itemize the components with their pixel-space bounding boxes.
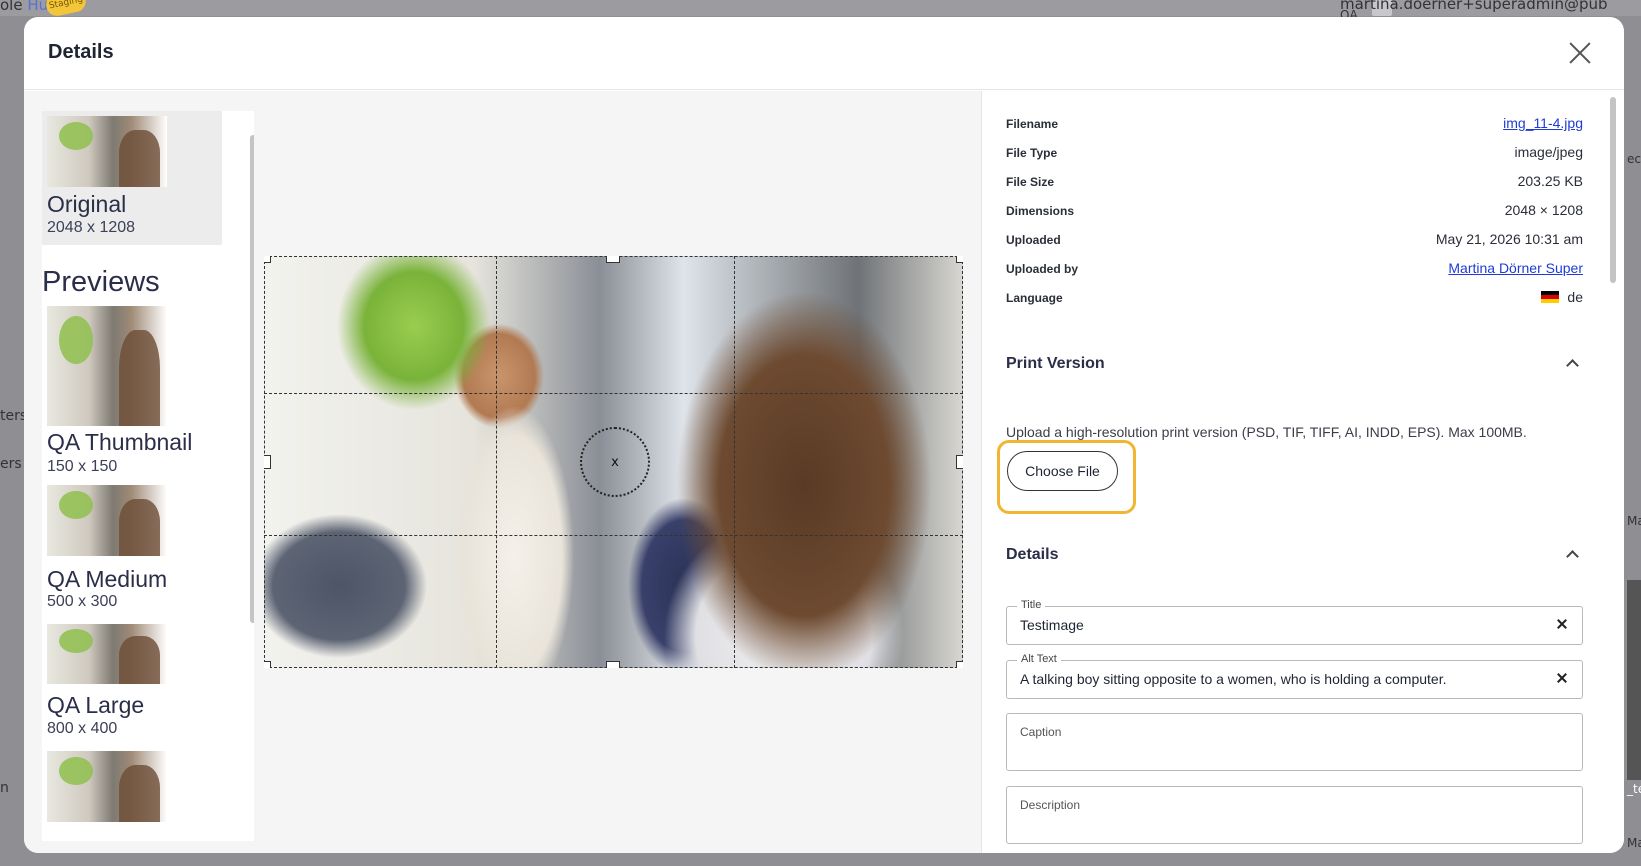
previews-heading: Previews (42, 266, 160, 298)
info-label: Uploaded (1006, 233, 1061, 247)
background-text: Ma (1627, 514, 1641, 528)
clear-icon[interactable] (1554, 670, 1570, 686)
preview-item-qa-large[interactable]: QA Large 800 x 400 (42, 624, 222, 744)
crop-handle[interactable] (956, 661, 963, 668)
crop-area[interactable]: x (264, 256, 963, 668)
caption-field[interactable]: Caption (1006, 713, 1583, 771)
modal-header: Details (24, 17, 1624, 90)
background-text: Ma (1627, 836, 1641, 850)
focal-point-marker[interactable]: x (580, 427, 650, 497)
field-label: Caption (1020, 725, 1062, 739)
preview-dimensions: 2048 x 1208 (47, 219, 136, 236)
info-value: 2048 × 1208 (1504, 202, 1583, 218)
close-icon[interactable] (1568, 41, 1592, 65)
details-modal: Details Original 2048 x 1208 Previews QA… (24, 17, 1624, 853)
image-editor-area: Original 2048 x 1208 Previews QA Thumbna… (24, 91, 981, 853)
info-row-uploaded: Uploaded May 21, 2026 10:31 am (1006, 231, 1583, 251)
description-field[interactable]: Description (1006, 786, 1583, 844)
language-code: de (1567, 289, 1583, 305)
preview-thumbnail (47, 116, 167, 187)
info-row-filename: Filename img_11-4.jpg (1006, 115, 1583, 135)
field-value: A talking boy sitting opposite to a wome… (1020, 671, 1447, 687)
info-row-filesize: File Size 203.25 KB (1006, 173, 1583, 193)
info-label: File Size (1006, 175, 1055, 189)
section-title: Details (1006, 546, 1059, 563)
clear-icon[interactable] (1554, 616, 1570, 632)
preview-thumbnail (47, 751, 167, 822)
preview-item-original[interactable]: Original 2048 x 1208 (42, 111, 222, 245)
details-section-header[interactable]: Details (1006, 546, 1583, 570)
field-label: Title (1017, 599, 1046, 611)
preview-list[interactable]: Original 2048 x 1208 Previews QA Thumbna… (42, 111, 254, 841)
info-value: May 21, 2026 10:31 am (1435, 231, 1583, 247)
section-title: Print Version (1006, 355, 1105, 372)
info-label: Filename (1006, 117, 1059, 131)
field-label: Description (1020, 798, 1081, 812)
german-flag-icon (1541, 291, 1560, 303)
info-row-filetype: File Type image/jpeg (1006, 144, 1583, 164)
info-row-dimensions: Dimensions 2048 × 1208 (1006, 202, 1583, 222)
info-label: Dimensions (1006, 204, 1075, 218)
chevron-up-icon[interactable] (1566, 550, 1579, 563)
user-email: martina.doerner+superadmin@pub (1340, 0, 1608, 13)
modal-body: Original 2048 x 1208 Previews QA Thumbna… (24, 91, 1624, 853)
preview-scrollbar[interactable] (250, 135, 254, 623)
crop-handle[interactable] (264, 455, 271, 469)
uploader-link[interactable]: Martina Dörner Super (1448, 260, 1583, 276)
crop-handle[interactable] (264, 661, 271, 668)
chevron-up-icon[interactable] (1566, 359, 1579, 372)
background-image (1627, 580, 1641, 780)
preview-dimensions: 150 x 150 (47, 458, 118, 475)
preview-item[interactable] (42, 751, 222, 841)
preview-item-qa-medium[interactable]: QA Medium 500 x 300 (42, 485, 222, 615)
preview-name: Original (47, 191, 127, 217)
field-label: Alt Text (1017, 653, 1061, 665)
preview-name: QA Medium (47, 566, 168, 592)
crop-handle[interactable] (956, 256, 963, 263)
preview-thumbnail (47, 306, 167, 426)
preview-thumbnail (47, 485, 167, 556)
preview-thumbnail (47, 624, 167, 684)
modal-title: Details (48, 41, 114, 63)
field-value: Testimage (1020, 617, 1084, 633)
background-text: ers (0, 456, 22, 472)
preview-dimensions: 500 x 300 (47, 593, 118, 610)
filename-link[interactable]: img_11-4.jpg (1503, 115, 1583, 131)
preview-name: QA Thumbnail (47, 429, 193, 455)
details-panel: Filename img_11-4.jpg File Type image/jp… (981, 91, 1624, 853)
preview-dimensions: 800 x 400 (47, 720, 118, 737)
background-text: _te (1627, 782, 1641, 796)
preview-name: QA Large (47, 692, 145, 718)
info-row-language: Language de (1006, 289, 1583, 309)
crop-handle[interactable] (606, 661, 620, 668)
background-text: ecti (1627, 152, 1641, 166)
language-value: de (1541, 289, 1583, 305)
choose-file-button[interactable]: Choose File (1007, 451, 1118, 491)
background-text: n (0, 780, 9, 796)
info-label: Language (1006, 291, 1063, 305)
focal-point-label: x (611, 454, 619, 470)
crop-handle[interactable] (956, 455, 963, 469)
print-version-section-header[interactable]: Print Version (1006, 355, 1583, 379)
details-scrollbar[interactable] (1610, 97, 1616, 283)
title-field[interactable]: Title Testimage (1006, 599, 1583, 645)
info-label: File Type (1006, 146, 1058, 160)
info-value: image/jpeg (1514, 144, 1584, 160)
info-value: 203.25 KB (1517, 173, 1583, 189)
preview-item-qa-thumbnail[interactable]: QA Thumbnail 150 x 150 (42, 306, 222, 476)
crop-handle[interactable] (264, 256, 271, 263)
upload-note: Upload a high-resolution print version (… (1006, 424, 1527, 440)
alt-text-field[interactable]: Alt Text A talking boy sitting opposite … (1006, 653, 1583, 699)
crop-handle[interactable] (606, 256, 620, 263)
info-label: Uploaded by (1006, 262, 1079, 276)
info-row-uploaded-by: Uploaded by Martina Dörner Super (1006, 260, 1583, 280)
